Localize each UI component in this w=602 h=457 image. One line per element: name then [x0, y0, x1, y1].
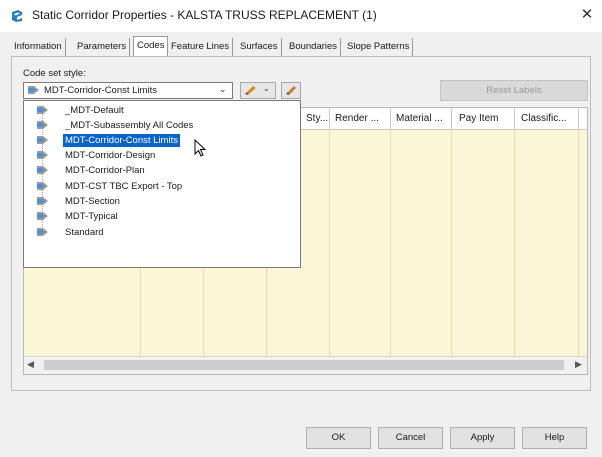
reset-labels-button: Reset Labels — [440, 80, 588, 101]
header-separator — [451, 109, 452, 129]
edit-menu-arrow-icon[interactable]: ⌄ — [263, 84, 270, 93]
tab-slope-patterns[interactable]: Slope Patterns — [344, 38, 414, 56]
header-separator — [514, 109, 515, 129]
code-set-style-icon — [37, 106, 48, 114]
dropdown-option-label: Standard — [65, 227, 104, 238]
code-set-style-icon — [37, 228, 48, 236]
apply-button[interactable]: Apply — [450, 427, 515, 449]
chevron-down-icon[interactable]: ⌄ — [219, 84, 227, 95]
code-set-style-icon — [37, 197, 48, 205]
dropdown-option-label: MDT-Section — [65, 196, 120, 207]
column-header-classification[interactable]: Classific... — [521, 113, 567, 124]
grid-column-line — [514, 108, 515, 356]
header-separator — [578, 109, 579, 129]
column-header-material-area[interactable]: Material ... — [396, 113, 443, 124]
edit-style-icon — [245, 86, 256, 95]
tab-surfaces[interactable]: Surfaces — [237, 38, 282, 56]
grid-column-line — [451, 108, 452, 356]
code-set-style-label: Code set style: — [23, 68, 86, 79]
dropdown-option-label: MDT-CST TBC Export - Top — [65, 181, 183, 192]
dropdown-option-label: MDT-Typical — [65, 211, 118, 222]
app-icon — [12, 10, 22, 22]
scrollbar-thumb[interactable] — [44, 360, 564, 370]
dropdown-option-label: _MDT-Subassembly All Codes — [65, 120, 194, 131]
column-header-style[interactable]: Sty... — [306, 113, 328, 124]
grid-column-line — [578, 108, 579, 356]
close-button[interactable]: ✕ — [578, 6, 596, 24]
code-set-style-icon — [37, 151, 48, 159]
help-button[interactable]: Help — [522, 427, 587, 449]
pick-style-icon — [286, 86, 296, 95]
code-set-style-icon — [37, 182, 48, 190]
scroll-right-icon[interactable]: ▶ — [575, 359, 582, 370]
header-separator — [390, 109, 391, 129]
dropdown-option-label: MDT-Corridor-Const Limits — [63, 134, 180, 147]
tab-codes[interactable]: Codes — [133, 36, 169, 57]
dropdown-option-label: _MDT-Default — [65, 105, 124, 116]
column-header-pay-item[interactable]: Pay Item — [459, 113, 498, 124]
code-set-style-icon — [37, 166, 48, 174]
ok-button[interactable]: OK — [306, 427, 371, 449]
dropdown-option-label: MDT-Corridor-Plan — [65, 165, 145, 176]
cancel-button[interactable]: Cancel — [378, 427, 443, 449]
tab-information[interactable]: Information — [11, 38, 66, 56]
code-set-style-icon — [37, 212, 48, 220]
tab-parameters[interactable]: Parameters — [74, 38, 131, 56]
code-set-style-icon — [37, 136, 48, 144]
column-header-render-material[interactable]: Render ... — [335, 113, 379, 124]
header-separator — [329, 109, 330, 129]
dropdown-option-label: MDT-Corridor-Design — [65, 150, 156, 161]
window-title: Static Corridor Properties - KALSTA TRUS… — [32, 8, 377, 22]
code-set-style-value: MDT-Corridor-Const Limits — [44, 85, 157, 96]
scroll-left-icon[interactable]: ◀ — [27, 359, 34, 370]
code-set-style-icon — [28, 86, 39, 94]
tab-feature-lines[interactable]: Feature Lines — [168, 38, 234, 56]
mouse-cursor-icon — [194, 139, 207, 157]
code-set-style-icon — [37, 121, 48, 129]
tab-boundaries[interactable]: Boundaries — [286, 38, 342, 56]
grid-column-line — [390, 108, 391, 356]
grid-column-line — [329, 108, 330, 356]
